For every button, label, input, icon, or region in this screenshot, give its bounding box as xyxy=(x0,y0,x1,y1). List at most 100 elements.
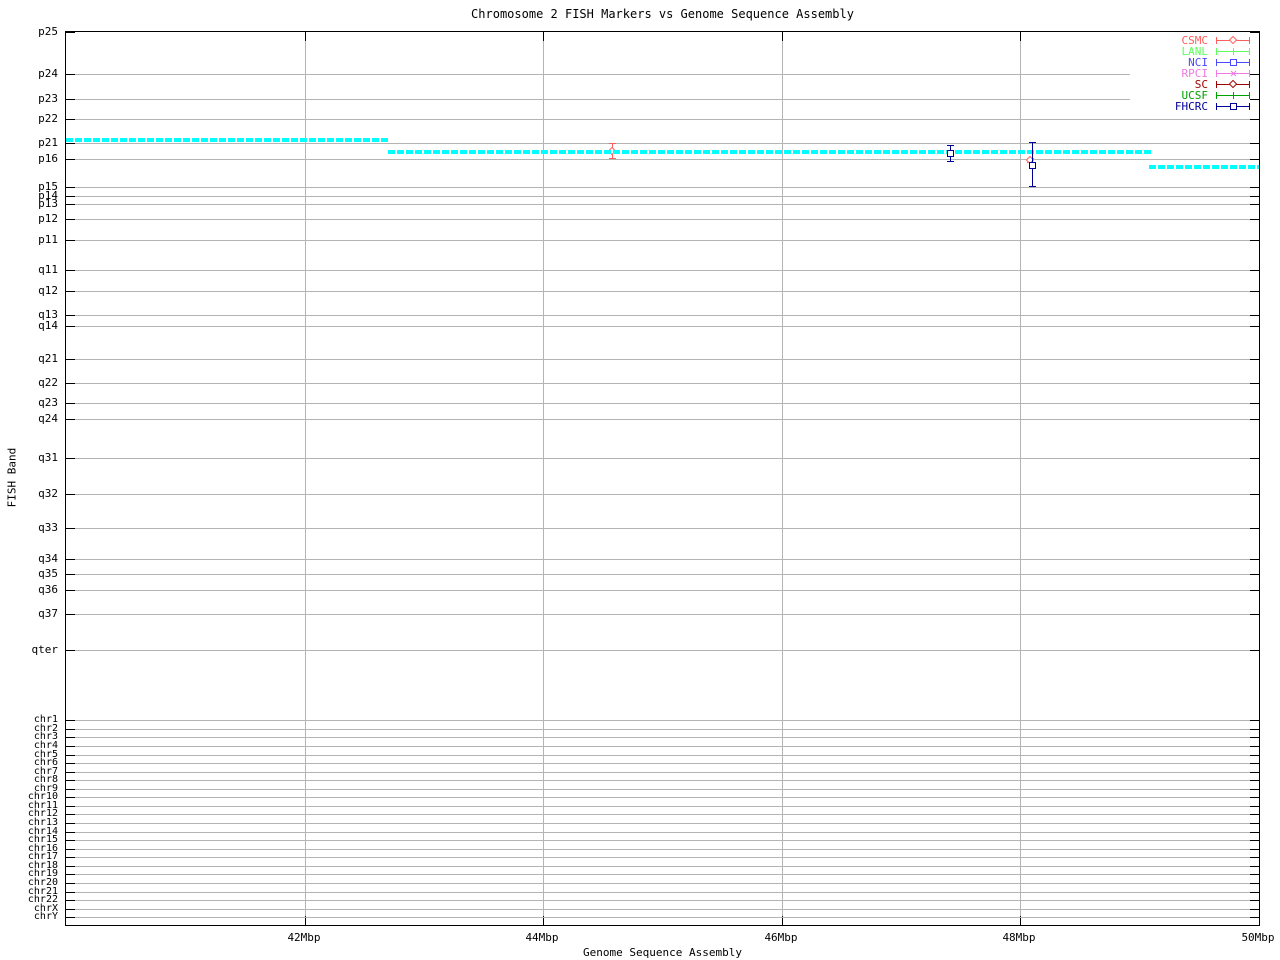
h-gridline xyxy=(66,909,1259,910)
y-tick-left xyxy=(66,315,75,316)
chart-canvas: Chromosome 2 FISH Markers vs Genome Sequ… xyxy=(0,0,1280,960)
y-tick-left xyxy=(66,458,75,459)
y-tick-label: q22 xyxy=(38,376,58,389)
y-tick-left xyxy=(66,849,75,850)
x-tick-top xyxy=(305,32,306,41)
h-gridline xyxy=(66,892,1259,893)
y-tick-left xyxy=(66,143,75,144)
y-tick-left xyxy=(66,772,75,773)
band-span-line xyxy=(1149,165,1259,169)
y-tick-left xyxy=(66,806,75,807)
y-tick-right xyxy=(1250,780,1259,781)
y-tick-right xyxy=(1250,315,1259,316)
legend-item: RPCI xyxy=(1130,68,1250,79)
y-tick-right xyxy=(1250,823,1259,824)
plot-area xyxy=(65,31,1260,926)
y-tick-left xyxy=(66,359,75,360)
y-tick-right xyxy=(1250,900,1259,901)
y-tick-right xyxy=(1250,196,1259,197)
marker-diamond-icon xyxy=(1228,79,1238,89)
y-tick-left xyxy=(66,780,75,781)
legend-sample xyxy=(1216,101,1250,112)
h-gridline xyxy=(66,99,1259,100)
y-tick-right xyxy=(1250,789,1259,790)
h-gridline xyxy=(66,814,1259,815)
y-tick-right xyxy=(1250,574,1259,575)
y-tick-left xyxy=(66,874,75,875)
y-tick-right xyxy=(1250,403,1259,404)
y-tick-label: q11 xyxy=(38,263,58,276)
y-tick-right xyxy=(1250,326,1259,327)
v-gridline xyxy=(305,32,306,925)
h-gridline xyxy=(66,720,1259,721)
y-tick-label: q23 xyxy=(38,396,58,409)
y-tick-label: p23 xyxy=(38,92,58,105)
h-gridline xyxy=(66,823,1259,824)
y-tick-left xyxy=(66,909,75,910)
y-tick-right xyxy=(1250,32,1259,33)
legend-sample-cap xyxy=(1249,59,1250,66)
h-gridline xyxy=(66,196,1259,197)
h-gridline xyxy=(66,755,1259,756)
legend-sample xyxy=(1216,46,1250,57)
y-tick-left xyxy=(66,729,75,730)
error-bar-cap xyxy=(1029,142,1036,143)
h-gridline xyxy=(66,772,1259,773)
y-tick-left xyxy=(66,99,75,100)
y-tick-right xyxy=(1250,763,1259,764)
y-tick-right xyxy=(1250,119,1259,120)
marker-square-icon xyxy=(947,150,954,157)
y-tick-left xyxy=(66,159,75,160)
error-bar-cap xyxy=(609,143,616,144)
y-tick-right xyxy=(1250,849,1259,850)
marker-plus-icon xyxy=(1230,51,1237,52)
y-tick-right xyxy=(1250,270,1259,271)
marker-square-icon xyxy=(1029,162,1036,169)
x-tick-top xyxy=(1259,32,1260,41)
h-gridline xyxy=(66,528,1259,529)
x-tick-label: 48Mbp xyxy=(1002,931,1036,944)
y-tick-right xyxy=(1250,240,1259,241)
h-gridline xyxy=(66,119,1259,120)
y-tick-right xyxy=(1250,866,1259,867)
v-gridline xyxy=(543,32,544,925)
y-tick-left xyxy=(66,559,75,560)
y-tick-left xyxy=(66,270,75,271)
h-gridline xyxy=(66,866,1259,867)
y-tick-label: q33 xyxy=(38,521,58,534)
h-gridline xyxy=(66,614,1259,615)
h-gridline xyxy=(66,204,1259,205)
y-tick-label: p22 xyxy=(38,112,58,125)
y-tick-left xyxy=(66,590,75,591)
y-tick-left xyxy=(66,32,75,33)
x-tick-top xyxy=(782,32,783,41)
legend-label: FHCRC xyxy=(1174,100,1208,113)
legend-sample xyxy=(1216,79,1250,90)
h-gridline xyxy=(66,383,1259,384)
y-tick-right xyxy=(1250,737,1259,738)
h-gridline xyxy=(66,857,1259,858)
y-tick-left xyxy=(66,291,75,292)
y-tick-right xyxy=(1250,219,1259,220)
h-gridline xyxy=(66,806,1259,807)
y-tick-right xyxy=(1250,806,1259,807)
band-span-line xyxy=(388,150,1153,154)
y-tick-label: q31 xyxy=(38,451,58,464)
y-tick-right xyxy=(1250,814,1259,815)
h-gridline xyxy=(66,291,1259,292)
legend-sample-cap xyxy=(1216,81,1217,88)
y-tick-label: p25 xyxy=(38,25,58,38)
y-tick-label: p12 xyxy=(38,212,58,225)
y-tick-left xyxy=(66,204,75,205)
h-gridline xyxy=(66,574,1259,575)
h-gridline xyxy=(66,419,1259,420)
h-gridline xyxy=(66,650,1259,651)
y-tick-right xyxy=(1250,614,1259,615)
y-tick-right xyxy=(1250,720,1259,721)
y-tick-label: chrY xyxy=(33,911,58,922)
y-tick-right xyxy=(1250,559,1259,560)
y-tick-left xyxy=(66,789,75,790)
v-gridline xyxy=(1020,32,1021,925)
y-tick-left xyxy=(66,574,75,575)
y-tick-left xyxy=(66,119,75,120)
